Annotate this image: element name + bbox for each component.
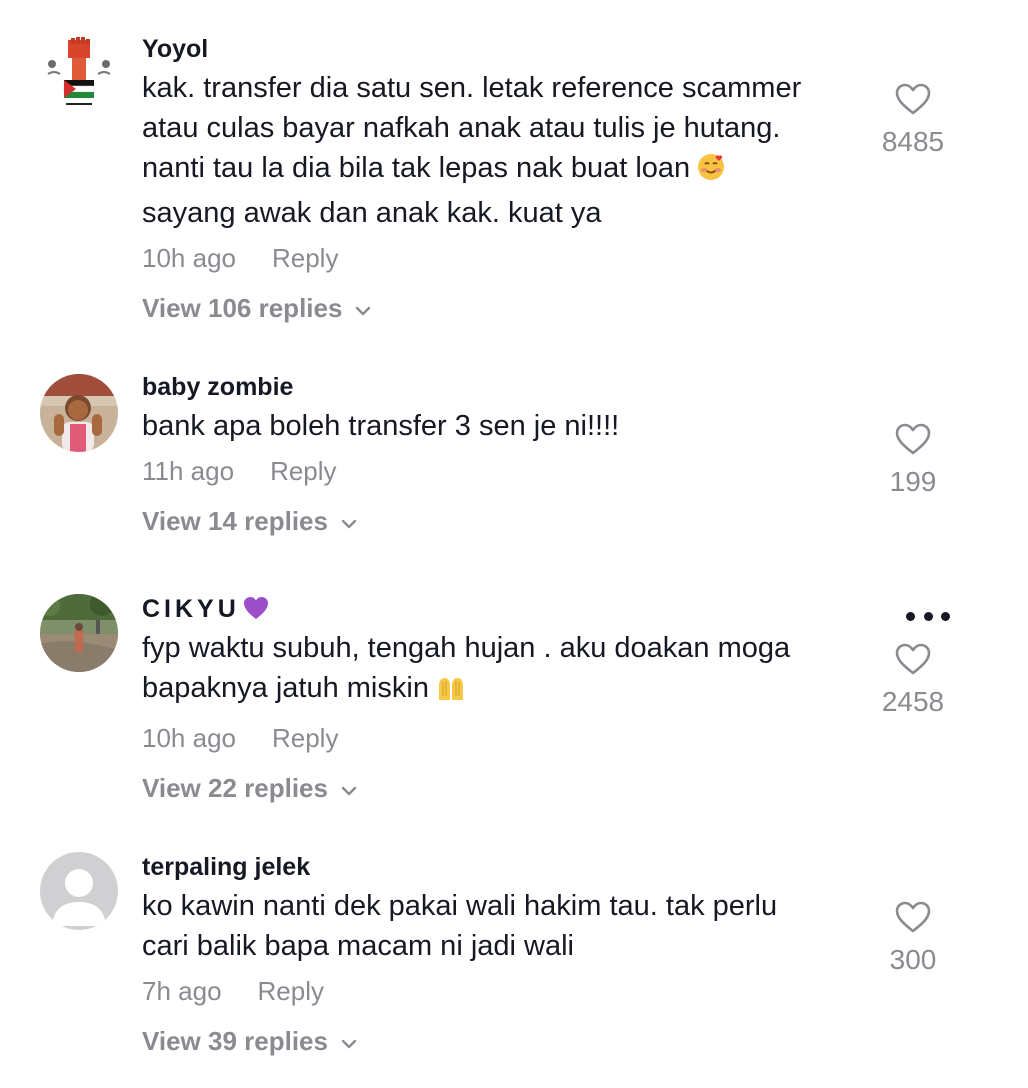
comment-text: fyp waktu subuh, tengah hujan . aku doak… xyxy=(142,628,872,713)
like-count: 2458 xyxy=(881,686,945,717)
reply-button[interactable]: Reply xyxy=(258,976,324,1006)
smiling-face-with-hearts-emoji xyxy=(696,152,726,193)
view-replies-label: View 106 replies xyxy=(142,293,343,323)
like-button[interactable]: 199 xyxy=(858,422,968,499)
heart-outline-icon xyxy=(858,422,968,461)
comment-username[interactable]: baby zombie xyxy=(142,372,872,402)
view-replies-label: View 14 replies xyxy=(142,506,328,536)
view-replies-label: View 39 replies xyxy=(142,1026,328,1056)
comment-username-wrap[interactable]: CIKYU xyxy=(142,594,872,624)
comment-text-line-wrap: bapaknya jatuh miskin xyxy=(142,668,872,713)
like-count: 199 xyxy=(889,466,937,497)
comments-list: Yoyol kak. transfer dia satu sen. letak … xyxy=(0,0,1028,1088)
default-user-avatar[interactable] xyxy=(40,852,118,930)
like-button[interactable]: 2458 xyxy=(858,642,968,719)
like-count: 8485 xyxy=(881,126,945,157)
heart-outline-icon xyxy=(858,900,968,939)
dot xyxy=(906,611,915,621)
like-button[interactable]: 8485 xyxy=(858,82,968,159)
comment-time: 10h ago xyxy=(142,243,236,273)
praying-hands-emoji xyxy=(435,673,467,713)
heart-outline-icon xyxy=(858,642,968,681)
view-replies-label: View 22 replies xyxy=(142,773,328,803)
comment-text-line-wrap: nanti tau la dia bila tak lepas nak buat… xyxy=(142,148,872,193)
like-count: 300 xyxy=(889,944,937,975)
view-replies-button[interactable]: View 39 replies xyxy=(142,1024,358,1058)
comment-username[interactable]: CIKYU xyxy=(142,595,240,623)
like-button[interactable]: 300 xyxy=(858,900,968,977)
comment-time: 11h ago xyxy=(142,456,235,486)
reply-button[interactable]: Reply xyxy=(272,243,338,273)
dot xyxy=(923,611,933,621)
view-replies-button[interactable]: View 22 replies xyxy=(142,771,358,805)
comment-username[interactable]: terpaling jelek xyxy=(142,852,872,882)
comment-text: bank apa boleh transfer 3 sen je ni!!!! xyxy=(142,406,872,446)
comment-text-line: atau culas bayar nafkah anak atau tulis … xyxy=(142,112,781,144)
outdoor-photo-avatar[interactable] xyxy=(40,594,118,672)
comment-meta: 7h ago Reply xyxy=(142,974,872,1008)
comment-meta: 10h ago Reply xyxy=(142,721,872,755)
chevron-down-icon xyxy=(340,771,358,805)
comment-text-line: sayang awak dan anak kak. kuat ya xyxy=(142,197,602,229)
comment-text: kak. transfer dia satu sen. letak refere… xyxy=(142,68,872,233)
comment-text-line: ko kawin nanti dek pakai wali hakim tau.… xyxy=(142,890,778,922)
comment-time: 10h ago xyxy=(142,723,236,753)
comment-text-line: kak. transfer dia satu sen. letak refere… xyxy=(142,72,802,104)
child-photo-avatar[interactable] xyxy=(40,374,118,452)
comment-username[interactable]: Yoyol xyxy=(142,34,872,64)
comment-text: ko kawin nanti dek pakai wali hakim tau.… xyxy=(142,886,872,966)
comment-meta: 11h ago Reply xyxy=(142,454,872,488)
more-options-icon[interactable] xyxy=(906,610,950,622)
chevron-down-icon xyxy=(340,504,358,538)
comment-text-line: bapaknya jatuh miskin xyxy=(142,672,429,704)
reply-button[interactable]: Reply xyxy=(270,456,336,486)
comment-time: 7h ago xyxy=(142,976,222,1006)
comment-text-line: fyp waktu subuh, tengah hujan . aku doak… xyxy=(142,632,791,664)
purple-heart-emoji xyxy=(242,595,270,628)
comment-text-line: cari balik bapa macam ni jadi wali xyxy=(142,930,574,962)
comment-meta: 10h ago Reply xyxy=(142,241,872,275)
view-replies-button[interactable]: View 14 replies xyxy=(142,504,358,538)
chevron-down-icon xyxy=(340,1024,358,1058)
view-replies-button[interactable]: View 106 replies xyxy=(142,291,372,325)
reply-button[interactable]: Reply xyxy=(272,723,338,753)
dot xyxy=(941,611,950,621)
chevron-down-icon xyxy=(354,291,372,325)
fist-flag-avatar[interactable] xyxy=(40,34,118,112)
comment-text-line: nanti tau la dia bila tak lepas nak buat… xyxy=(142,152,691,184)
comment-text-line: bank apa boleh transfer 3 sen je ni!!!! xyxy=(142,410,620,442)
heart-outline-icon xyxy=(858,82,968,121)
